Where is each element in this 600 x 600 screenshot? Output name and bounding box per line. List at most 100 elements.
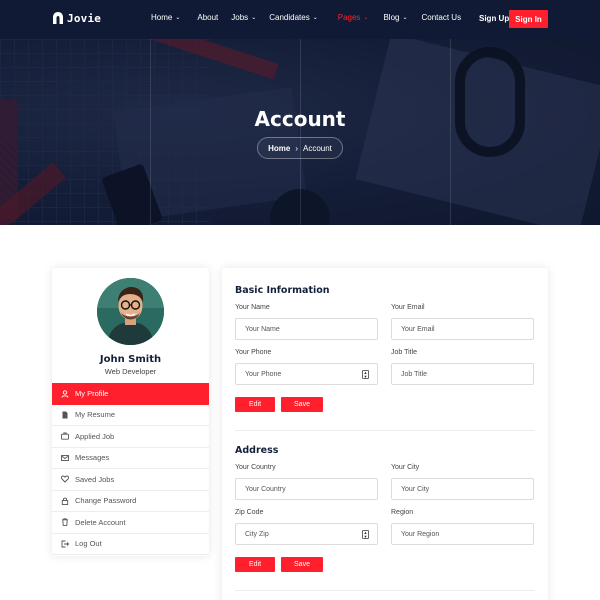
country-input[interactable]: Your Country bbox=[235, 478, 378, 500]
zip-input[interactable]: City Zip ▲ ▼ bbox=[235, 523, 378, 545]
address-heading: Address bbox=[235, 445, 279, 456]
sidebar-item-label: Messages bbox=[75, 453, 110, 463]
job-title-input[interactable]: Job Title bbox=[391, 363, 534, 385]
breadcrumb: Home › Account bbox=[257, 137, 343, 159]
nav-item-home[interactable]: Home ⌄ bbox=[151, 13, 180, 22]
email-label: Your Email bbox=[391, 304, 425, 311]
sidebar-item-label: Delete Account bbox=[75, 517, 126, 527]
sidebar-item-label: Saved Jobs bbox=[75, 474, 115, 484]
phone-label: Your Phone bbox=[235, 349, 272, 356]
sidebar-item-log-out[interactable]: Log Out bbox=[52, 534, 209, 555]
region-placeholder: Your Region bbox=[401, 530, 440, 538]
avatar bbox=[97, 278, 164, 345]
sidebar-item-messages[interactable]: Messages bbox=[52, 448, 209, 469]
basic-info-heading: Basic Information bbox=[235, 285, 330, 296]
nav-item-blog[interactable]: Blog ⌄ bbox=[383, 13, 407, 22]
sidebar-item-saved-jobs[interactable]: Saved Jobs bbox=[52, 469, 209, 491]
zip-label: Zip Code bbox=[235, 509, 264, 516]
lock-icon bbox=[61, 497, 69, 505]
sidebar-item-label: My Resume bbox=[75, 410, 116, 420]
nav-item-about[interactable]: About bbox=[197, 13, 218, 22]
city-placeholder: Your City bbox=[401, 485, 430, 493]
phone-input[interactable]: Your Phone ▲ ▼ bbox=[235, 363, 378, 385]
profile-role: Web Developer bbox=[104, 367, 157, 376]
profile-form-card: Basic Information Your Name Your Name Yo… bbox=[222, 268, 548, 600]
nav-item-contact-us[interactable]: Contact Us bbox=[422, 13, 462, 22]
banner-line bbox=[450, 39, 451, 225]
avatar-image bbox=[97, 278, 164, 345]
breadcrumb-current: Account bbox=[303, 143, 332, 153]
basic-edit-button[interactable]: Edit bbox=[235, 397, 275, 412]
email-input[interactable]: Your Email bbox=[391, 318, 534, 340]
email-placeholder: Your Email bbox=[401, 325, 435, 333]
nav-item-pages[interactable]: Pages ⌄ bbox=[338, 13, 369, 22]
section-divider bbox=[235, 590, 535, 591]
top-navbar: Jovie Home ⌄ About Jobs ⌄ Candidates ⌄ Pages ⌄ Bl… bbox=[0, 0, 600, 39]
sidebar-item-my-resume[interactable]: My Resume bbox=[52, 405, 209, 426]
heart-icon bbox=[61, 475, 69, 483]
city-label: Your City bbox=[391, 464, 420, 471]
section-divider bbox=[235, 430, 535, 431]
chevron-down-icon: ⌄ bbox=[402, 15, 408, 21]
job-title-label: Job Title bbox=[391, 349, 418, 356]
sidebar-item-label: Applied Job bbox=[75, 431, 115, 441]
chevron-down-icon: ⌄ bbox=[251, 15, 257, 21]
sidebar-item-change-password[interactable]: Change Password bbox=[52, 491, 209, 512]
nav-item-label: About bbox=[197, 13, 219, 22]
banner-line bbox=[150, 39, 151, 225]
chevron-right-icon: › bbox=[295, 143, 298, 153]
profile-sidebar: John Smith Web Developer My Profile My Re… bbox=[52, 268, 209, 556]
document-icon bbox=[61, 411, 69, 419]
brand-logo[interactable]: Jovie bbox=[52, 11, 101, 25]
job-title-placeholder: Job Title bbox=[401, 370, 428, 378]
main-menu: Home ⌄ About Jobs ⌄ Candidates ⌄ Pages ⌄ Blog ⌄ Con… bbox=[151, 13, 461, 22]
address-save-button[interactable]: Save bbox=[281, 557, 323, 572]
banner-line bbox=[300, 39, 301, 225]
sidebar-item-label: Log Out bbox=[75, 539, 102, 549]
phone-placeholder: Your Phone bbox=[245, 370, 282, 378]
nav-item-label: Pages bbox=[337, 13, 361, 22]
number-spinner-icon[interactable]: ▲ ▼ bbox=[362, 530, 369, 539]
logo-icon bbox=[53, 12, 63, 24]
country-label: Your Country bbox=[235, 464, 276, 471]
profile-menu: My Profile My Resume Applied Job Messages Sa… bbox=[52, 383, 209, 555]
chevron-down-icon: ⌄ bbox=[312, 15, 318, 21]
name-label: Your Name bbox=[235, 304, 270, 311]
briefcase-icon bbox=[61, 432, 69, 440]
envelope-icon bbox=[61, 454, 69, 462]
breadcrumb-home-link[interactable]: Home bbox=[268, 144, 290, 153]
sidebar-item-label: My Profile bbox=[75, 389, 109, 399]
nav-item-label: Contact Us bbox=[421, 13, 462, 22]
page-title: Account bbox=[254, 107, 346, 131]
nav-item-label: Candidates bbox=[269, 13, 310, 22]
nav-item-label: Jobs bbox=[231, 13, 249, 22]
sidebar-item-applied-job[interactable]: Applied Job bbox=[52, 426, 209, 448]
city-input[interactable]: Your City bbox=[391, 478, 534, 500]
sign-up-link[interactable]: Sign Up bbox=[479, 14, 509, 23]
chevron-down-icon: ⌄ bbox=[363, 15, 369, 21]
region-input[interactable]: Your Region bbox=[391, 523, 534, 545]
chevron-down-icon: ⌄ bbox=[175, 15, 181, 21]
nav-item-label: Home bbox=[151, 13, 173, 22]
basic-save-button[interactable]: Save bbox=[281, 397, 323, 412]
logout-icon bbox=[61, 540, 69, 548]
region-label: Region bbox=[391, 509, 414, 516]
number-spinner-icon[interactable]: ▲ ▼ bbox=[362, 370, 369, 379]
address-edit-button[interactable]: Edit bbox=[235, 557, 275, 572]
name-input[interactable]: Your Name bbox=[235, 318, 378, 340]
nav-item-jobs[interactable]: Jobs ⌄ bbox=[231, 13, 256, 22]
name-placeholder: Your Name bbox=[245, 325, 280, 333]
sidebar-item-my-profile[interactable]: My Profile bbox=[52, 383, 209, 405]
brand-name: Jovie bbox=[67, 11, 102, 25]
nav-item-label: Blog bbox=[383, 13, 400, 22]
page-banner: Account Home › Account bbox=[0, 39, 600, 225]
sidebar-item-delete-account[interactable]: Delete Account bbox=[52, 512, 209, 534]
user-icon bbox=[61, 390, 69, 398]
profile-name: John Smith bbox=[99, 354, 162, 365]
sign-in-button[interactable]: Sign In bbox=[509, 10, 548, 28]
zip-placeholder: City Zip bbox=[245, 530, 269, 538]
sidebar-item-label: Change Password bbox=[75, 496, 137, 506]
country-placeholder: Your Country bbox=[245, 485, 286, 493]
nav-item-candidates[interactable]: Candidates ⌄ bbox=[269, 13, 318, 22]
trash-icon bbox=[61, 518, 69, 527]
